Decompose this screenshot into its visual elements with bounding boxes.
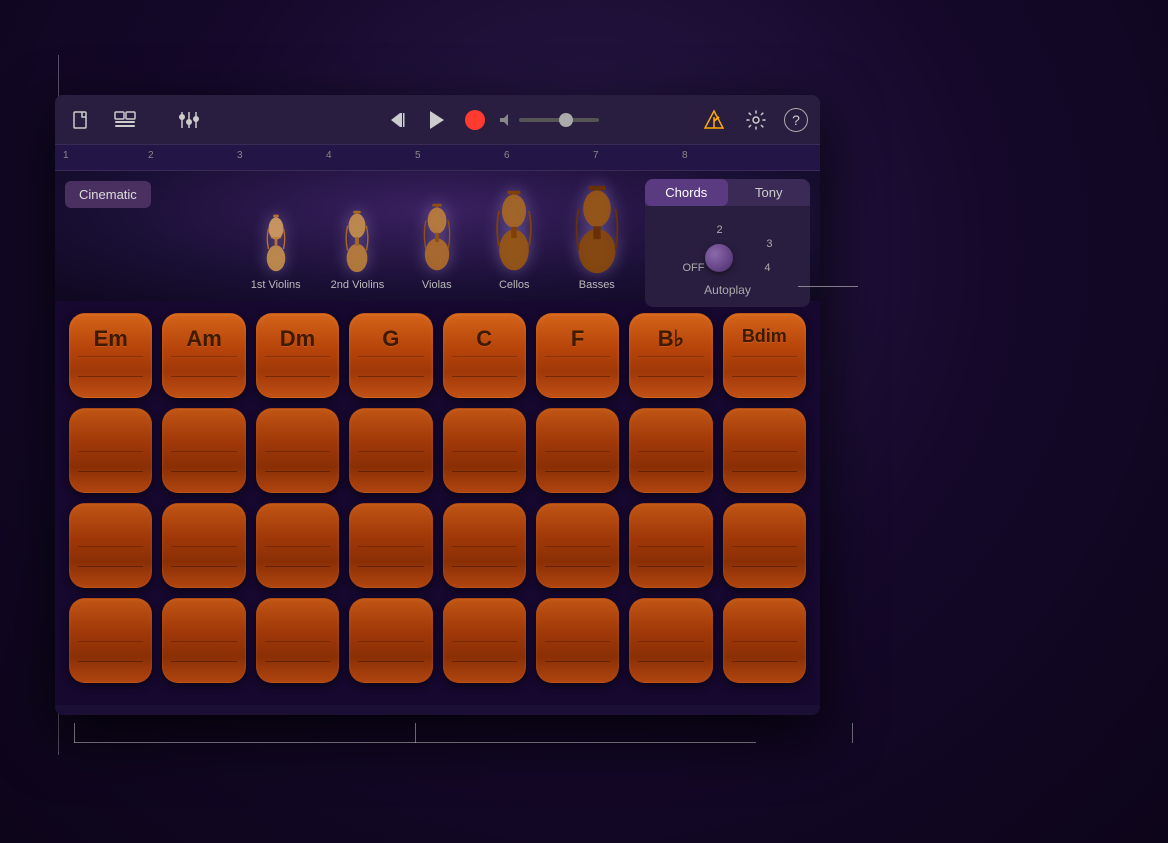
chord-pad-empty-4-5[interactable] (443, 598, 526, 683)
violin-image-2 (335, 205, 380, 275)
autoplay-knob[interactable] (705, 244, 733, 272)
chord-row-3 (69, 503, 806, 588)
app-window: ? 1 2 3 4 5 6 7 8 Cinematic (55, 95, 820, 715)
chord-pad-empty-3-5[interactable] (443, 503, 526, 588)
toolbar: ? (55, 95, 820, 145)
chord-pad-empty-3-6[interactable] (536, 503, 619, 588)
instrument-violas[interactable]: Violas (414, 200, 459, 291)
record-button[interactable] (463, 108, 487, 132)
instrument-label-5: Basses (579, 279, 615, 291)
cinematic-button[interactable]: Cinematic (65, 181, 151, 208)
ruler-mark-5: 5 (415, 150, 421, 161)
chord-pad-am[interactable]: Am (162, 313, 245, 398)
bracket-center-line (415, 723, 416, 743)
autoplay-section: 2 3 4 OFF Autoplay (645, 206, 810, 307)
bracket-line-right-vertical (852, 723, 853, 743)
chord-pad-empty-4-7[interactable] (629, 598, 712, 683)
chord-pad-empty-2-4[interactable] (349, 408, 432, 493)
chord-pad-bb[interactable]: B♭ (629, 313, 712, 398)
violin-image-1 (253, 205, 298, 275)
chord-pad-empty-2-2[interactable] (162, 408, 245, 493)
dial-label-2: 2 (717, 224, 723, 236)
rewind-button[interactable] (389, 109, 411, 131)
help-icon[interactable]: ? (784, 108, 808, 132)
chord-pad-em[interactable]: Em (69, 313, 152, 398)
autoplay-dial-container: 2 3 4 OFF (683, 216, 773, 281)
chord-pad-g[interactable]: G (349, 313, 432, 398)
tracks-view-icon[interactable] (111, 106, 139, 134)
instrument-section: Cinematic 1st Violins (55, 171, 820, 301)
chord-pad-empty-3-4[interactable] (349, 503, 432, 588)
chord-pad-empty-4-2[interactable] (162, 598, 245, 683)
ruler-mark-8: 8 (682, 150, 688, 161)
instrument-label-3: Violas (422, 279, 452, 291)
instrument-cellos[interactable]: Cellos (489, 190, 539, 291)
chord-pad-empty-2-6[interactable] (536, 408, 619, 493)
chord-pad-empty-2-7[interactable] (629, 408, 712, 493)
chord-pad-empty-4-4[interactable] (349, 598, 432, 683)
instrument-label-1: 1st Violins (251, 279, 301, 291)
instrument-1st-violins[interactable]: 1st Violins (251, 205, 301, 291)
instrument-label-2: 2nd Violins (331, 279, 385, 291)
chord-pad-bdim[interactable]: Bdim (723, 313, 806, 398)
ruler-mark-1: 1 (63, 150, 69, 161)
bass-image (569, 185, 624, 275)
chord-pad-empty-4-6[interactable] (536, 598, 619, 683)
chord-pad-empty-2-1[interactable] (69, 408, 152, 493)
tab-tony[interactable]: Tony (728, 179, 811, 206)
right-toolbar: ? (700, 106, 808, 134)
chord-pad-dm[interactable]: Dm (256, 313, 339, 398)
chord-pad-empty-2-3[interactable] (256, 408, 339, 493)
play-button[interactable] (425, 108, 449, 132)
timeline-ruler: 1 2 3 4 5 6 7 8 (55, 145, 820, 171)
dial-label-4: 4 (764, 262, 770, 274)
chord-pad-empty-3-3[interactable] (256, 503, 339, 588)
chord-row-1: Em Am Dm G C F B♭ Bdim (69, 313, 806, 398)
volume-slider[interactable] (519, 118, 599, 122)
instrument-2nd-violins[interactable]: 2nd Violins (331, 205, 385, 291)
autoplay-label: Autoplay (704, 283, 751, 297)
tab-chords[interactable]: Chords (645, 179, 728, 206)
chord-pad-empty-2-5[interactable] (443, 408, 526, 493)
chord-pad-empty-3-7[interactable] (629, 503, 712, 588)
tab-bar: Chords Tony (645, 179, 810, 206)
chord-pad-f[interactable]: F (536, 313, 619, 398)
transport-controls (389, 108, 487, 132)
chord-pad-c[interactable]: C (443, 313, 526, 398)
chord-pad-empty-2-8[interactable] (723, 408, 806, 493)
dial-label-off: OFF (683, 262, 705, 274)
instrument-basses[interactable]: Basses (569, 185, 624, 291)
volume-control (499, 113, 599, 127)
ruler-mark-4: 4 (326, 150, 332, 161)
chord-pad-empty-3-8[interactable] (723, 503, 806, 588)
ruler-mark-6: 6 (504, 150, 510, 161)
new-file-icon[interactable] (67, 106, 95, 134)
settings-icon[interactable] (742, 106, 770, 134)
chord-pad-empty-4-3[interactable] (256, 598, 339, 683)
ruler-mark-3: 3 (237, 150, 243, 161)
ruler-mark-7: 7 (593, 150, 599, 161)
annotation-line-right (798, 286, 858, 287)
chord-row-4 (69, 598, 806, 683)
instrument-label-4: Cellos (499, 279, 530, 291)
chord-pad-empty-3-2[interactable] (162, 503, 245, 588)
dial-label-3: 3 (766, 238, 772, 250)
metronome-icon[interactable] (700, 106, 728, 134)
cello-image (489, 190, 539, 275)
chord-pad-empty-4-8[interactable] (723, 598, 806, 683)
mixer-icon[interactable] (175, 106, 203, 134)
bracket-line-left-vertical (74, 723, 75, 743)
viola-image (414, 200, 459, 275)
volume-icon (499, 113, 513, 127)
chord-pad-empty-4-1[interactable] (69, 598, 152, 683)
ruler-mark-2: 2 (148, 150, 154, 161)
chord-pad-empty-3-1[interactable] (69, 503, 152, 588)
chord-row-2 (69, 408, 806, 493)
chord-pads-section: Em Am Dm G C F B♭ Bdim (55, 301, 820, 705)
side-panel: Chords Tony 2 3 4 OFF Autoplay (645, 179, 810, 307)
